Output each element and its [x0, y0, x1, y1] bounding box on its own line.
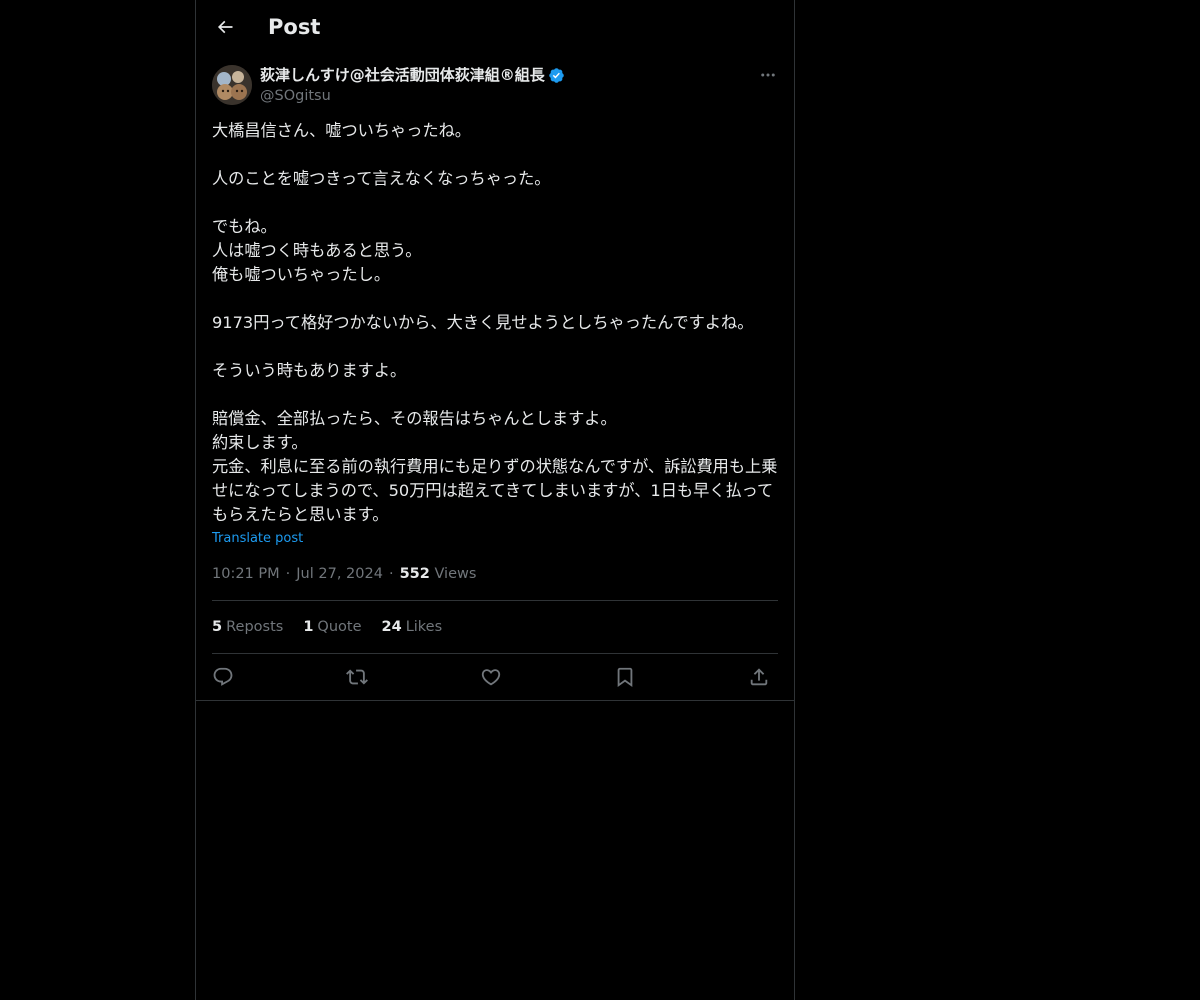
- post-text: 大橋昌信さん、嘘ついちゃったね。 人のことを嘘つきって言えなくなっちゃった。 で…: [212, 121, 778, 524]
- translate-post-link[interactable]: Translate post: [212, 529, 303, 549]
- more-options-button[interactable]: [756, 64, 780, 86]
- separator-dot: ·: [388, 566, 394, 582]
- verified-badge-icon: [548, 67, 565, 84]
- post-metadata: 10:21 PM · Jul 27, 2024 · 552 Views: [212, 564, 476, 584]
- likes-stat[interactable]: 24 Likes: [382, 617, 443, 637]
- likes-count: 24: [381, 619, 402, 635]
- author-name[interactable]: 荻津しんすけ@社会活動団体荻津組®組長: [260, 65, 565, 85]
- share-button[interactable]: [746, 664, 772, 690]
- page-title: Post: [268, 15, 321, 39]
- action-bar: [212, 664, 778, 690]
- arrow-left-icon: [217, 20, 233, 34]
- share-icon: [750, 668, 768, 686]
- like-button[interactable]: [478, 664, 504, 690]
- reposts-label: Reposts: [226, 619, 284, 635]
- reply-icon: [213, 667, 233, 686]
- quotes-count: 1: [303, 619, 314, 635]
- like-icon: [481, 669, 501, 686]
- post-date[interactable]: Jul 27, 2024: [296, 566, 383, 582]
- bookmark-button[interactable]: [612, 664, 638, 690]
- separator-dot: ·: [285, 566, 291, 582]
- divider: [196, 700, 794, 701]
- reposts-count: 5: [212, 619, 223, 635]
- more-icon: [761, 73, 775, 77]
- back-button[interactable]: [208, 10, 242, 44]
- post-column: Post 荻津しんすけ@社会活動団体荻津組®組長 @SOgitsu 大橋昌信さん…: [195, 0, 795, 1000]
- top-bar: Post: [196, 0, 794, 53]
- reposts-stat[interactable]: 5 Reposts: [212, 617, 283, 637]
- repost-icon: [346, 669, 368, 685]
- divider: [212, 600, 778, 601]
- engagement-stats: 5 Reposts 1 Quote 24 Likes: [212, 617, 442, 637]
- quotes-label: Quote: [317, 619, 362, 635]
- repost-button[interactable]: [344, 664, 370, 690]
- likes-label: Likes: [405, 619, 443, 635]
- author-display-name: 荻津しんすけ@社会活動団体荻津組®組長: [260, 66, 545, 84]
- avatar-image: [212, 65, 252, 105]
- divider: [212, 653, 778, 654]
- quotes-stat[interactable]: 1 Quote: [303, 617, 361, 637]
- author-handle[interactable]: @SOgitsu: [260, 86, 331, 106]
- reply-button[interactable]: [210, 664, 236, 690]
- avatar[interactable]: [212, 65, 252, 105]
- post-time[interactable]: 10:21 PM: [212, 566, 280, 582]
- bookmark-icon: [617, 667, 633, 688]
- views-label: Views: [434, 566, 477, 582]
- views-count: 552: [399, 566, 430, 582]
